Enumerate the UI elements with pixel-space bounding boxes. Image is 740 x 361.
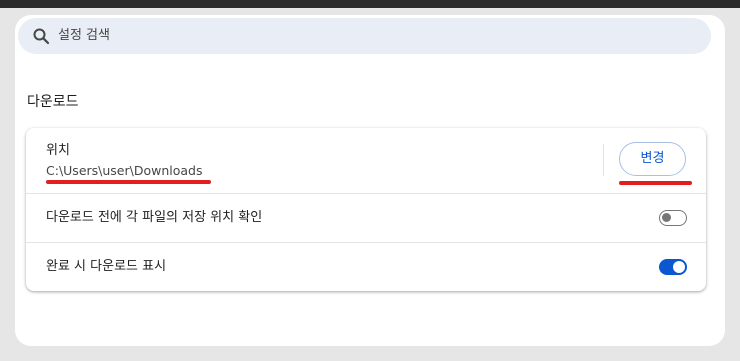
settings-panel: 설정 검색 다운로드 위치 C:\Users\user\Downloads 변경… xyxy=(15,15,725,346)
location-row: 위치 C:\Users\user\Downloads 변경 xyxy=(26,128,706,193)
section-title-downloads: 다운로드 xyxy=(27,94,79,110)
search-box[interactable]: 설정 검색 xyxy=(18,18,711,54)
ask-location-label: 다운로드 전에 각 파일의 저장 위치 확인 xyxy=(46,210,263,225)
annotation-underline-button xyxy=(619,181,692,185)
annotation-underline-path xyxy=(46,180,211,184)
window-top-bar xyxy=(0,0,740,8)
location-path: C:\Users\user\Downloads xyxy=(46,163,203,178)
search-input[interactable]: 설정 검색 xyxy=(58,27,110,45)
search-icon xyxy=(32,27,50,45)
change-location-button[interactable]: 변경 xyxy=(619,142,686,176)
row-divider xyxy=(603,144,604,176)
downloads-settings-card: 위치 C:\Users\user\Downloads 변경 다운로드 전에 각 … xyxy=(26,128,706,291)
show-when-done-toggle[interactable] xyxy=(659,259,687,275)
ask-location-row[interactable]: 다운로드 전에 각 파일의 저장 위치 확인 xyxy=(26,193,706,242)
show-when-done-row[interactable]: 완료 시 다운로드 표시 xyxy=(26,242,706,291)
ask-location-toggle[interactable] xyxy=(659,210,687,226)
show-when-done-label: 완료 시 다운로드 표시 xyxy=(46,259,167,274)
location-label: 위치 xyxy=(46,143,70,158)
